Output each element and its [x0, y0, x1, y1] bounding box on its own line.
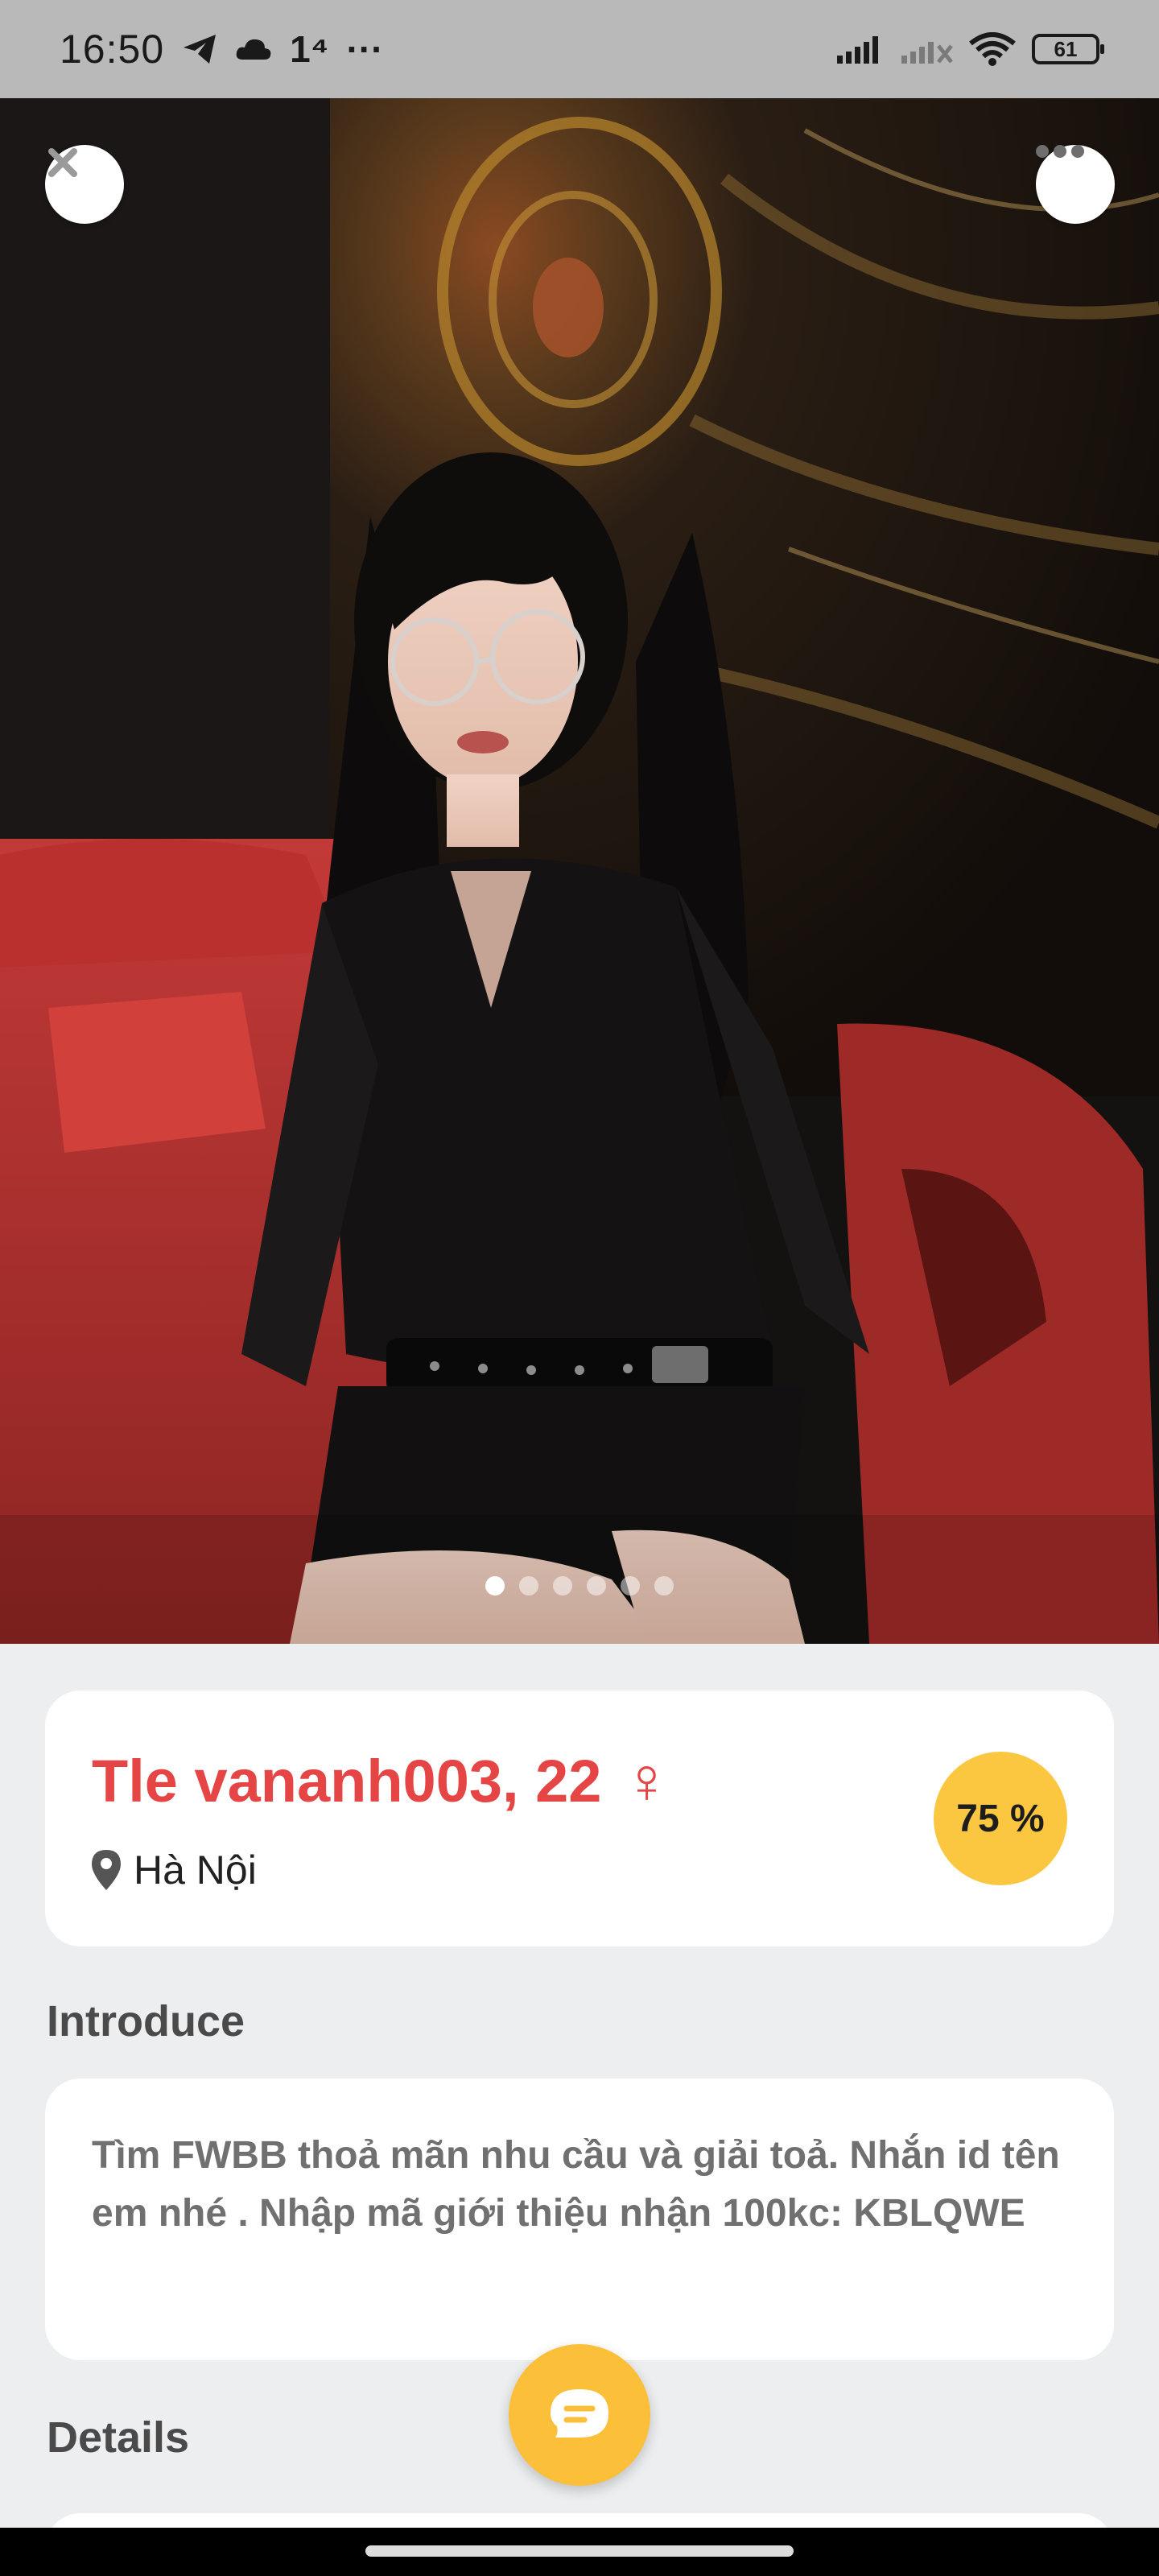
close-icon — [48, 148, 77, 177]
female-icon: ♀ — [622, 1744, 671, 1816]
photo-pagination — [0, 1576, 1159, 1596]
details-title: Details — [47, 2413, 190, 2462]
pagination-dot[interactable] — [485, 1576, 505, 1596]
signal-off-icon — [901, 35, 953, 64]
more-options-button[interactable] — [1036, 145, 1115, 224]
profile-name-row: Tle vananh003, 22 ♀ — [92, 1744, 670, 1818]
chat-icon — [551, 2389, 608, 2438]
location-pin-icon — [92, 1850, 121, 1890]
pagination-dot[interactable] — [621, 1576, 640, 1596]
profile-name: Tle vananh003, 22 — [92, 1747, 602, 1814]
battery-icon: 61 — [1032, 34, 1104, 64]
telegram-icon — [182, 33, 217, 65]
status-bar: 16:50 1⁴ ··· 61 — [0, 0, 1159, 98]
more-icon — [1036, 145, 1084, 158]
pagination-dot[interactable] — [587, 1576, 606, 1596]
navigation-bar — [0, 2528, 1159, 2576]
cloud-icon — [235, 37, 272, 61]
location-text: Hà Nội — [134, 1847, 257, 1893]
close-button[interactable] — [45, 145, 124, 224]
clock: 16:50 — [60, 27, 165, 72]
signal-icon — [837, 35, 885, 64]
photo-illustration — [0, 98, 1159, 1644]
match-badge: 75 % — [934, 1752, 1067, 1885]
match-percent: 75 % — [956, 1797, 1045, 1840]
introduce-title: Introduce — [47, 1997, 245, 2046]
wifi-icon — [969, 32, 1016, 66]
pagination-dot[interactable] — [519, 1576, 538, 1596]
pagination-dot[interactable] — [553, 1576, 572, 1596]
profile-card: Tle vananh003, 22 ♀ Hà Nội 75 % — [45, 1690, 1114, 1946]
profile-photo[interactable] — [0, 98, 1159, 1644]
introduce-text: Tìm FWBB thoả mãn nhu cầu và giải toả. N… — [92, 2134, 1060, 2235]
status-extra: 1⁴ — [290, 28, 329, 70]
home-indicator[interactable] — [365, 2545, 794, 2557]
pagination-dot[interactable] — [654, 1576, 674, 1596]
chat-button[interactable] — [509, 2344, 650, 2486]
status-more: ··· — [346, 28, 384, 70]
location-row: Hà Nội — [90, 1847, 257, 1893]
battery-level: 61 — [1054, 36, 1078, 61]
introduce-card: Tìm FWBB thoả mãn nhu cầu và giải toả. N… — [45, 2079, 1114, 2360]
